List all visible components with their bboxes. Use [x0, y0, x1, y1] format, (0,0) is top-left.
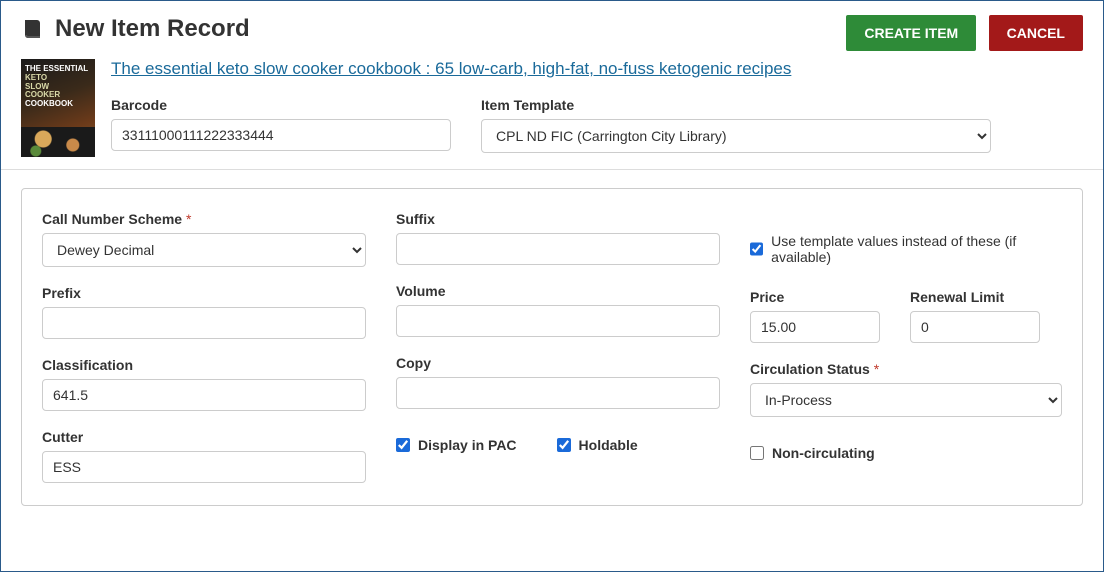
- barcode-input[interactable]: [111, 119, 451, 151]
- holdable-label: Holdable: [579, 437, 638, 453]
- book-cover-thumbnail: THE ESSENTIAL KETO SLOW COOKER COOKBOOK: [21, 59, 95, 157]
- page-title: New Item Record: [55, 15, 250, 43]
- call-number-scheme-select[interactable]: Dewey Decimal: [42, 233, 366, 267]
- renewal-limit-label: Renewal Limit: [910, 289, 1040, 305]
- price-input[interactable]: [750, 311, 880, 343]
- call-number-scheme-label: Call Number Scheme *: [42, 211, 366, 227]
- display-in-pac-label: Display in PAC: [418, 437, 517, 453]
- use-template-values-label: Use template values instead of these (if…: [771, 233, 1062, 265]
- circulation-status-select[interactable]: In-Process: [750, 383, 1062, 417]
- copy-label: Copy: [396, 355, 720, 371]
- display-in-pac-checkbox[interactable]: [396, 438, 410, 452]
- item-template-select[interactable]: CPL ND FIC (Carrington City Library): [481, 119, 991, 153]
- book-icon: [21, 17, 45, 41]
- classification-input[interactable]: [42, 379, 366, 411]
- classification-label: Classification: [42, 357, 366, 373]
- book-title-link[interactable]: The essential keto slow cooker cookbook …: [111, 59, 1083, 79]
- copy-input[interactable]: [396, 377, 720, 409]
- barcode-label: Barcode: [111, 97, 451, 113]
- create-item-button[interactable]: CREATE ITEM: [846, 15, 976, 51]
- volume-input[interactable]: [396, 305, 720, 337]
- use-template-values-checkbox[interactable]: [750, 242, 763, 256]
- price-label: Price: [750, 289, 880, 305]
- item-details-panel: Call Number Scheme * Dewey Decimal Prefi…: [21, 188, 1083, 506]
- suffix-input[interactable]: [396, 233, 720, 265]
- cutter-input[interactable]: [42, 451, 366, 483]
- suffix-label: Suffix: [396, 211, 720, 227]
- cutter-label: Cutter: [42, 429, 366, 445]
- prefix-input[interactable]: [42, 307, 366, 339]
- holdable-checkbox[interactable]: [557, 438, 571, 452]
- renewal-limit-input[interactable]: [910, 311, 1040, 343]
- item-template-label: Item Template: [481, 97, 991, 113]
- prefix-label: Prefix: [42, 285, 366, 301]
- circulation-status-label: Circulation Status *: [750, 361, 1062, 377]
- non-circulating-checkbox[interactable]: [750, 446, 764, 460]
- non-circulating-label: Non-circulating: [772, 445, 875, 461]
- volume-label: Volume: [396, 283, 720, 299]
- cancel-button[interactable]: CANCEL: [989, 15, 1083, 51]
